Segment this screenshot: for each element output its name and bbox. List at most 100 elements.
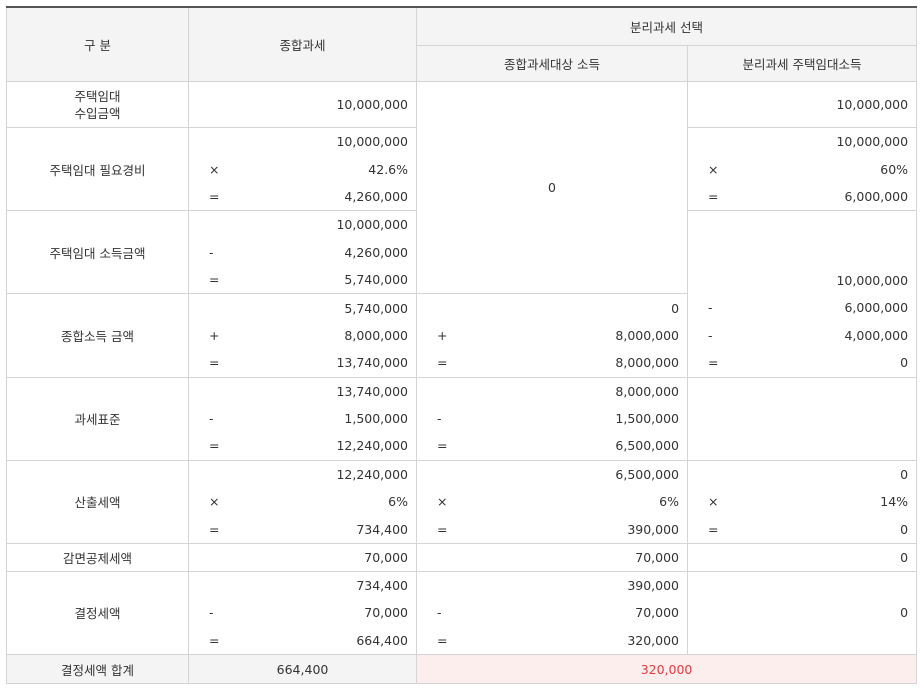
op-cell: × <box>188 155 247 183</box>
row-label-deduction: 감면공제세액 <box>6 542 189 572</box>
value-cell: 320,000 <box>466 626 689 656</box>
row-label-rental-revenue: 주택임대 수입금액 <box>6 81 189 128</box>
value-cell: 0 <box>737 515 918 544</box>
value-cell: 14% <box>737 488 918 516</box>
op-cell <box>416 293 467 322</box>
header-separate-rental-income: 분리과세 주택임대소득 <box>687 45 918 82</box>
value-cell: 6,500,000 <box>466 432 689 461</box>
op-cell: × <box>416 488 467 516</box>
op-cell: + <box>188 321 247 350</box>
tax-comparison-table: 구 분 종합과세 분리과세 선택 종합과세대상 소득 분리과세 주택임대소득 주… <box>6 6 918 685</box>
op-cell <box>687 459 738 489</box>
header-separate-combined-income: 종합과세대상 소득 <box>416 45 689 82</box>
op-cell <box>188 293 247 322</box>
row-label-total-income: 종합소득 금액 <box>6 293 189 378</box>
op-cell <box>687 81 738 128</box>
value-cell: 6% <box>466 488 689 516</box>
op-cell: × <box>687 488 738 516</box>
row-label-tax-base: 과세표준 <box>6 376 189 461</box>
op-cell: = <box>188 432 247 461</box>
op-cell: = <box>188 349 247 378</box>
value-cell: 0 <box>737 349 918 378</box>
value-cell: 664,400 <box>246 626 418 656</box>
row-label-calc-tax: 산출세액 <box>6 459 189 544</box>
header-combined-tax: 종합과세 <box>187 6 418 82</box>
op-cell: = <box>188 626 247 656</box>
merged-zero-cell: 0 <box>416 80 689 295</box>
row-label-expenses: 주택임대 필요경비 <box>6 126 189 212</box>
op-cell: = <box>416 349 467 378</box>
value-cell: 0 <box>737 570 918 655</box>
value-cell: 5,740,000 <box>246 265 418 295</box>
value-cell: 390,000 <box>466 570 689 600</box>
op-cell <box>188 570 247 600</box>
op-cell <box>687 127 738 156</box>
value-cell: 1,500,000 <box>246 404 418 433</box>
total-combined-value: 664,400 <box>187 654 418 685</box>
op-cell: - <box>687 321 738 350</box>
value-cell: 5,740,000 <box>246 293 418 322</box>
op-cell: = <box>416 515 467 544</box>
value-cell: 8,000,000 <box>466 349 689 378</box>
value-cell: 10,000,000 <box>737 210 918 294</box>
value-cell: 13,740,000 <box>246 376 418 405</box>
op-cell <box>416 542 467 572</box>
empty-cell <box>687 376 918 461</box>
op-cell: - <box>687 293 738 322</box>
value-cell: 10,000,000 <box>246 81 418 128</box>
op-cell: - <box>188 404 247 433</box>
op-cell: = <box>687 349 738 378</box>
value-cell: 734,400 <box>246 515 418 544</box>
value-cell: 734,400 <box>246 570 418 600</box>
op-cell: = <box>188 182 247 212</box>
value-cell: 0 <box>737 459 918 489</box>
op-cell: - <box>188 238 247 266</box>
row-label-rental-income: 주택임대 소득금액 <box>6 210 189 295</box>
value-cell: 4,260,000 <box>246 182 418 212</box>
row-label-final-tax: 결정세액 <box>6 570 189 656</box>
value-cell: 70,000 <box>466 599 689 627</box>
value-cell: 4,000,000 <box>737 321 918 350</box>
value-cell: 0 <box>737 542 918 572</box>
value-cell: 70,000 <box>466 542 689 572</box>
op-cell: - <box>416 599 467 627</box>
op-cell: = <box>188 515 247 544</box>
value-cell: 8,000,000 <box>466 321 689 350</box>
op-cell <box>416 376 467 405</box>
value-cell: 10,000,000 <box>246 127 418 156</box>
value-cell: 60% <box>737 155 918 183</box>
value-cell: 10,000,000 <box>246 210 418 239</box>
op-cell: × <box>687 155 738 183</box>
value-cell: 70,000 <box>246 599 418 627</box>
op-cell <box>687 542 738 572</box>
value-cell: 42.6% <box>246 155 418 183</box>
op-cell <box>188 127 247 156</box>
op-cell: = <box>416 432 467 461</box>
op-cell: = <box>687 182 738 212</box>
op-cell <box>416 570 467 600</box>
op-cell <box>687 210 738 294</box>
op-cell: + <box>416 321 467 350</box>
op-cell <box>188 376 247 405</box>
op-cell <box>188 210 247 239</box>
value-cell: 10,000,000 <box>737 81 918 128</box>
value-cell: 10,000,000 <box>737 127 918 156</box>
value-cell: 390,000 <box>466 515 689 544</box>
op-cell <box>188 542 247 572</box>
op-cell: = <box>687 515 738 544</box>
value-cell: 0 <box>466 293 689 322</box>
op-cell: - <box>416 404 467 433</box>
op-cell <box>188 459 247 489</box>
value-cell: 6,500,000 <box>466 459 689 489</box>
value-cell: 6% <box>246 488 418 516</box>
total-separate-value: 320,000 <box>416 654 918 685</box>
value-cell: 1,500,000 <box>466 404 689 433</box>
value-cell: 12,240,000 <box>246 432 418 461</box>
op-cell: = <box>188 265 247 295</box>
header-separate-tax: 분리과세 선택 <box>416 6 918 46</box>
value-cell: 6,000,000 <box>737 182 918 212</box>
header-category: 구 분 <box>6 6 189 82</box>
value-cell: 8,000,000 <box>466 376 689 405</box>
value-cell: 12,240,000 <box>246 459 418 489</box>
row-label-total: 결정세액 합계 <box>6 654 189 685</box>
